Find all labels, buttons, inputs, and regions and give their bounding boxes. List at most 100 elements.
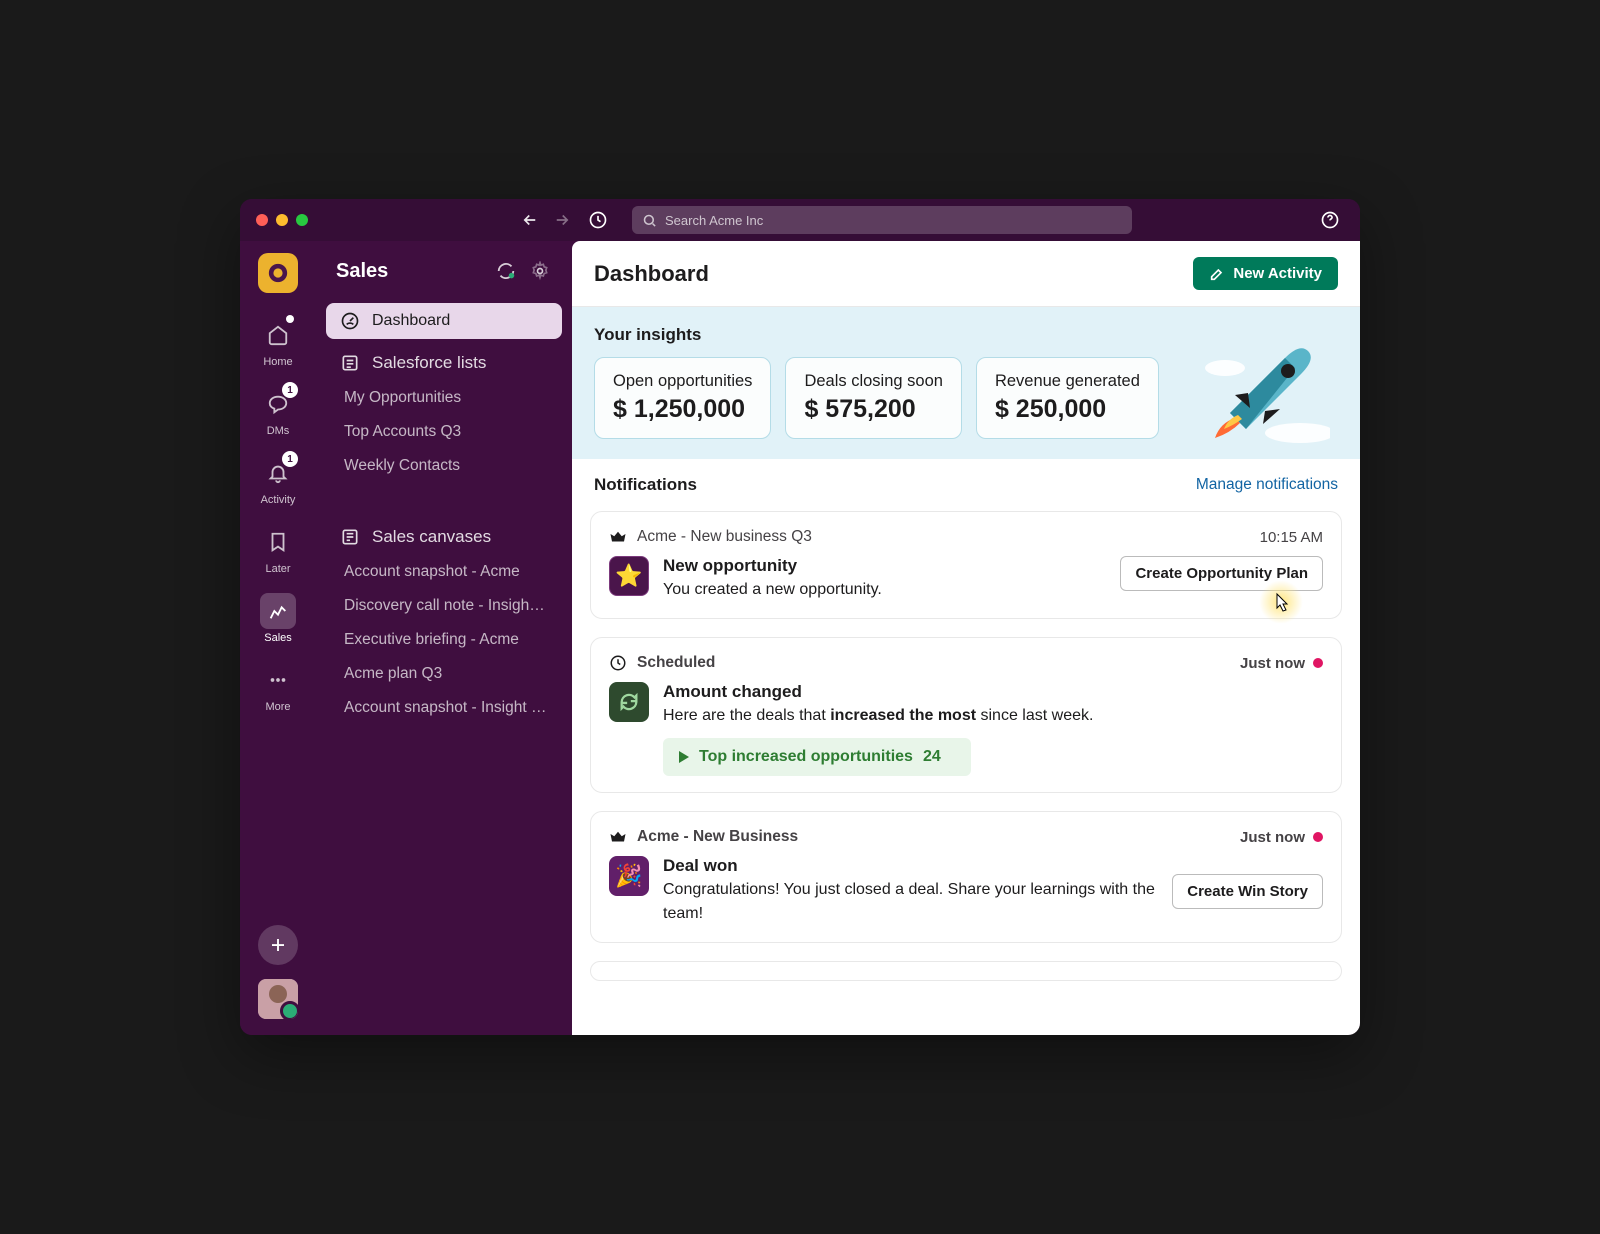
activity-badge: 1 [282, 451, 298, 467]
insight-card-revenue[interactable]: Revenue generated $ 250,000 [976, 357, 1159, 439]
notification-card[interactable]: Scheduled Just now Amount changed [590, 637, 1342, 793]
notification-time: Just now [1240, 829, 1323, 846]
notification-title: Amount changed [663, 682, 1323, 702]
sidebar-canvas-item[interactable]: Executive briefing - Acme [326, 625, 562, 655]
workspace-switcher[interactable] [258, 253, 298, 293]
rail-label: Later [265, 563, 290, 575]
section-salesforce-lists[interactable]: Salesforce lists [326, 343, 562, 379]
user-avatar[interactable] [258, 979, 298, 1019]
section-title: Sales canvases [372, 527, 491, 547]
app-icon [609, 682, 649, 722]
section-sales-canvases[interactable]: Sales canvases [326, 517, 562, 553]
notification-card[interactable] [590, 961, 1342, 981]
card-label: Open opportunities [613, 372, 752, 391]
help-button[interactable] [1316, 206, 1344, 234]
sales-icon [267, 600, 289, 622]
rail-label: Sales [264, 632, 292, 644]
sidebar-item-weekly-contacts[interactable]: Weekly Contacts [326, 451, 562, 481]
maximize-window-button[interactable] [296, 214, 308, 226]
rail-label: DMs [267, 425, 290, 437]
card-value: $ 575,200 [804, 395, 943, 424]
dms-badge: 1 [282, 382, 298, 398]
notification-card[interactable]: Acme - New Business Just now 🎉 Deal won … [590, 811, 1342, 943]
section-title: Salesforce lists [372, 353, 486, 373]
notification-channel: Scheduled [637, 654, 715, 672]
list-icon [340, 353, 360, 373]
new-activity-button[interactable]: New Activity [1193, 257, 1338, 290]
notification-channel: Acme - New business Q3 [637, 528, 812, 546]
notifications-header: Notifications Manage notifications [572, 459, 1360, 501]
back-button[interactable] [516, 206, 544, 234]
rail-sales[interactable]: Sales [248, 587, 308, 650]
app-window: Home 1 DMs 1 Activity Later Sales [240, 199, 1360, 1035]
sync-icon [495, 260, 517, 282]
unread-indicator [1313, 832, 1323, 842]
notification-card[interactable]: Acme - New business Q3 10:15 AM ⭐ New op… [590, 511, 1342, 619]
settings-button[interactable] [528, 259, 552, 283]
canvas-icon [340, 527, 360, 547]
notifications-title: Notifications [594, 475, 697, 495]
rail-home[interactable]: Home [248, 311, 308, 374]
top-increased-pill[interactable]: Top increased opportunities 24 [663, 738, 971, 776]
app-icon: 🎉 [609, 856, 649, 896]
unread-indicator [1313, 658, 1323, 668]
sync-button[interactable] [494, 259, 518, 283]
search-input[interactable] [665, 213, 1122, 228]
compose-icon [1209, 266, 1225, 282]
plus-icon [269, 936, 287, 954]
sidebar-item-my-opportunities[interactable]: My Opportunities [326, 383, 562, 413]
titlebar [240, 199, 1360, 241]
rail-activity[interactable]: 1 Activity [248, 449, 308, 512]
nav-label: Dashboard [372, 312, 450, 330]
card-label: Revenue generated [995, 372, 1140, 391]
notification-description: Congratulations! You just closed a deal.… [663, 878, 1158, 926]
sidebar: Sales Dashboard Salesforce lists My O [316, 241, 572, 1035]
manage-notifications-link[interactable]: Manage notifications [1196, 476, 1338, 494]
play-icon [679, 751, 689, 763]
sidebar-canvas-item[interactable]: Acme plan Q3 [326, 659, 562, 689]
notification-title: Deal won [663, 856, 1158, 876]
pill-label: Top increased opportunities [699, 748, 913, 766]
crown-icon [609, 828, 627, 846]
dashboard-icon [340, 311, 360, 331]
notification-title: New opportunity [663, 556, 1106, 576]
create-win-story-button[interactable]: Create Win Story [1172, 874, 1323, 909]
sidebar-item-top-accounts[interactable]: Top Accounts Q3 [326, 417, 562, 447]
sidebar-canvas-item[interactable]: Account snapshot - Insight lab r... [326, 693, 562, 723]
rocket-illustration [1200, 323, 1330, 443]
close-window-button[interactable] [256, 214, 268, 226]
create-new-button[interactable] [258, 925, 298, 965]
sidebar-canvas-item[interactable]: Account snapshot - Acme [326, 557, 562, 587]
create-opportunity-plan-button[interactable]: Create Opportunity Plan [1120, 556, 1323, 591]
search-icon [642, 213, 657, 228]
home-icon [267, 324, 289, 346]
notification-description: Here are the deals that increased the mo… [663, 704, 1323, 728]
notification-channel: Acme - New Business [637, 828, 798, 846]
insight-card-deals-closing[interactable]: Deals closing soon $ 575,200 [785, 357, 962, 439]
main-panel: Dashboard New Activity Your insights Ope… [572, 241, 1360, 1035]
notification-time: 10:15 AM [1260, 529, 1323, 546]
avatar-image [258, 979, 298, 1019]
rail-later[interactable]: Later [248, 518, 308, 581]
search-box[interactable] [632, 206, 1132, 234]
pill-count: 24 [923, 748, 941, 766]
insights-section: Your insights Open opportunities $ 1,250… [572, 307, 1360, 459]
rail-more[interactable]: More [248, 656, 308, 719]
gear-icon [530, 261, 550, 281]
insight-card-open-opportunities[interactable]: Open opportunities $ 1,250,000 [594, 357, 771, 439]
sidebar-canvas-item[interactable]: Discovery call note - Insights lab [326, 591, 562, 621]
rail-dms[interactable]: 1 DMs [248, 380, 308, 443]
notifications-list[interactable]: Acme - New business Q3 10:15 AM ⭐ New op… [572, 501, 1360, 1035]
card-value: $ 1,250,000 [613, 395, 752, 424]
forward-button[interactable] [548, 206, 576, 234]
app-icon: ⭐ [609, 556, 649, 596]
notification-description: You created a new opportunity. [663, 578, 1106, 602]
card-value: $ 250,000 [995, 395, 1140, 424]
button-label: New Activity [1233, 265, 1322, 282]
page-title: Dashboard [594, 261, 709, 287]
history-button[interactable] [584, 206, 612, 234]
minimize-window-button[interactable] [276, 214, 288, 226]
bookmark-icon [267, 531, 289, 553]
nav-dashboard[interactable]: Dashboard [326, 303, 562, 339]
main-header: Dashboard New Activity [572, 241, 1360, 307]
